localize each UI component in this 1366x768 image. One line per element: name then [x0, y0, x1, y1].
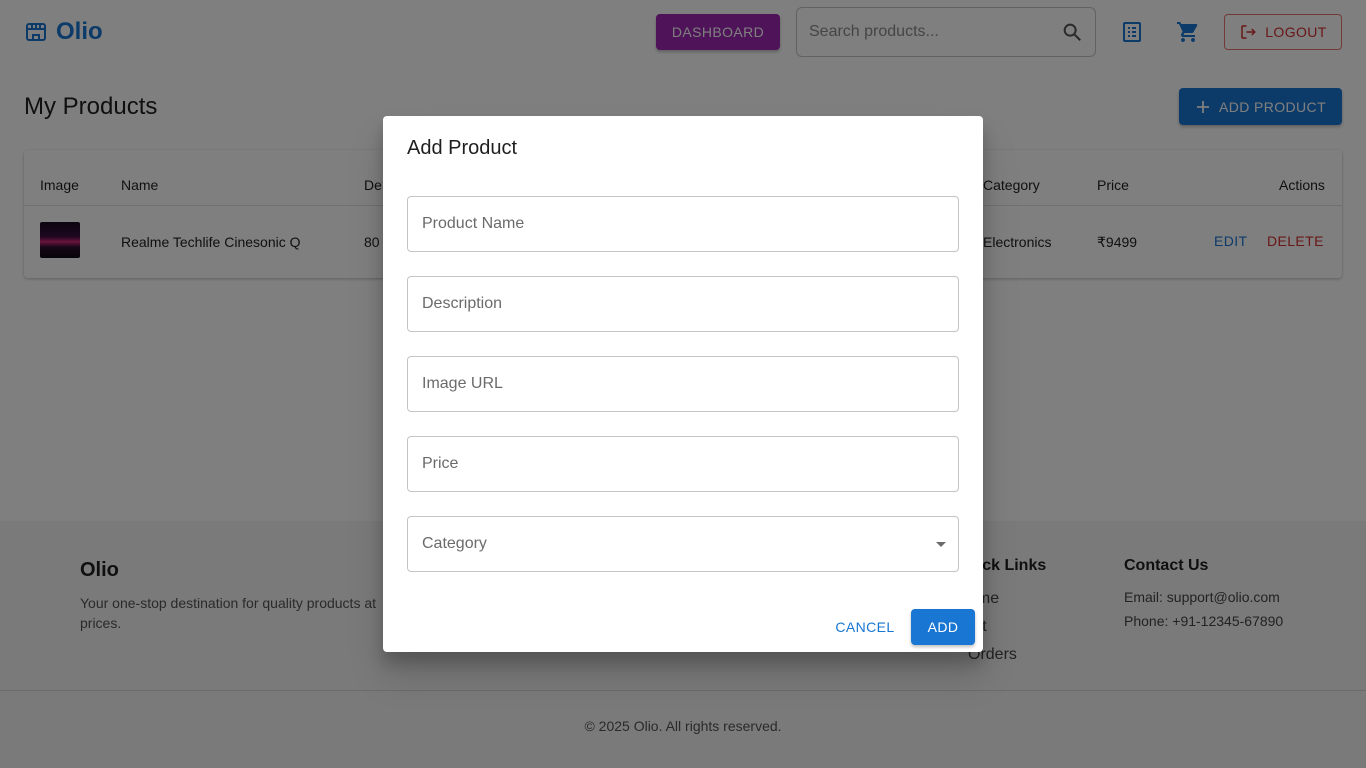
image-url-field: [407, 356, 959, 412]
add-button[interactable]: ADD: [911, 609, 975, 645]
product-name-input[interactable]: [422, 215, 944, 233]
category-label: Category: [422, 535, 487, 552]
image-url-input[interactable]: [422, 375, 944, 393]
price-input[interactable]: [422, 455, 944, 473]
add-product-dialog: Add Product Category CANCEL ADD: [383, 116, 983, 652]
price-field: [407, 436, 959, 492]
product-name-field: [407, 196, 959, 252]
dialog-title: Add Product: [407, 137, 518, 159]
description-field: [407, 276, 959, 332]
description-input[interactable]: [422, 295, 944, 313]
dropdown-arrow-icon: [936, 541, 946, 547]
cancel-button[interactable]: CANCEL: [827, 609, 903, 645]
category-select[interactable]: Category: [407, 516, 959, 572]
